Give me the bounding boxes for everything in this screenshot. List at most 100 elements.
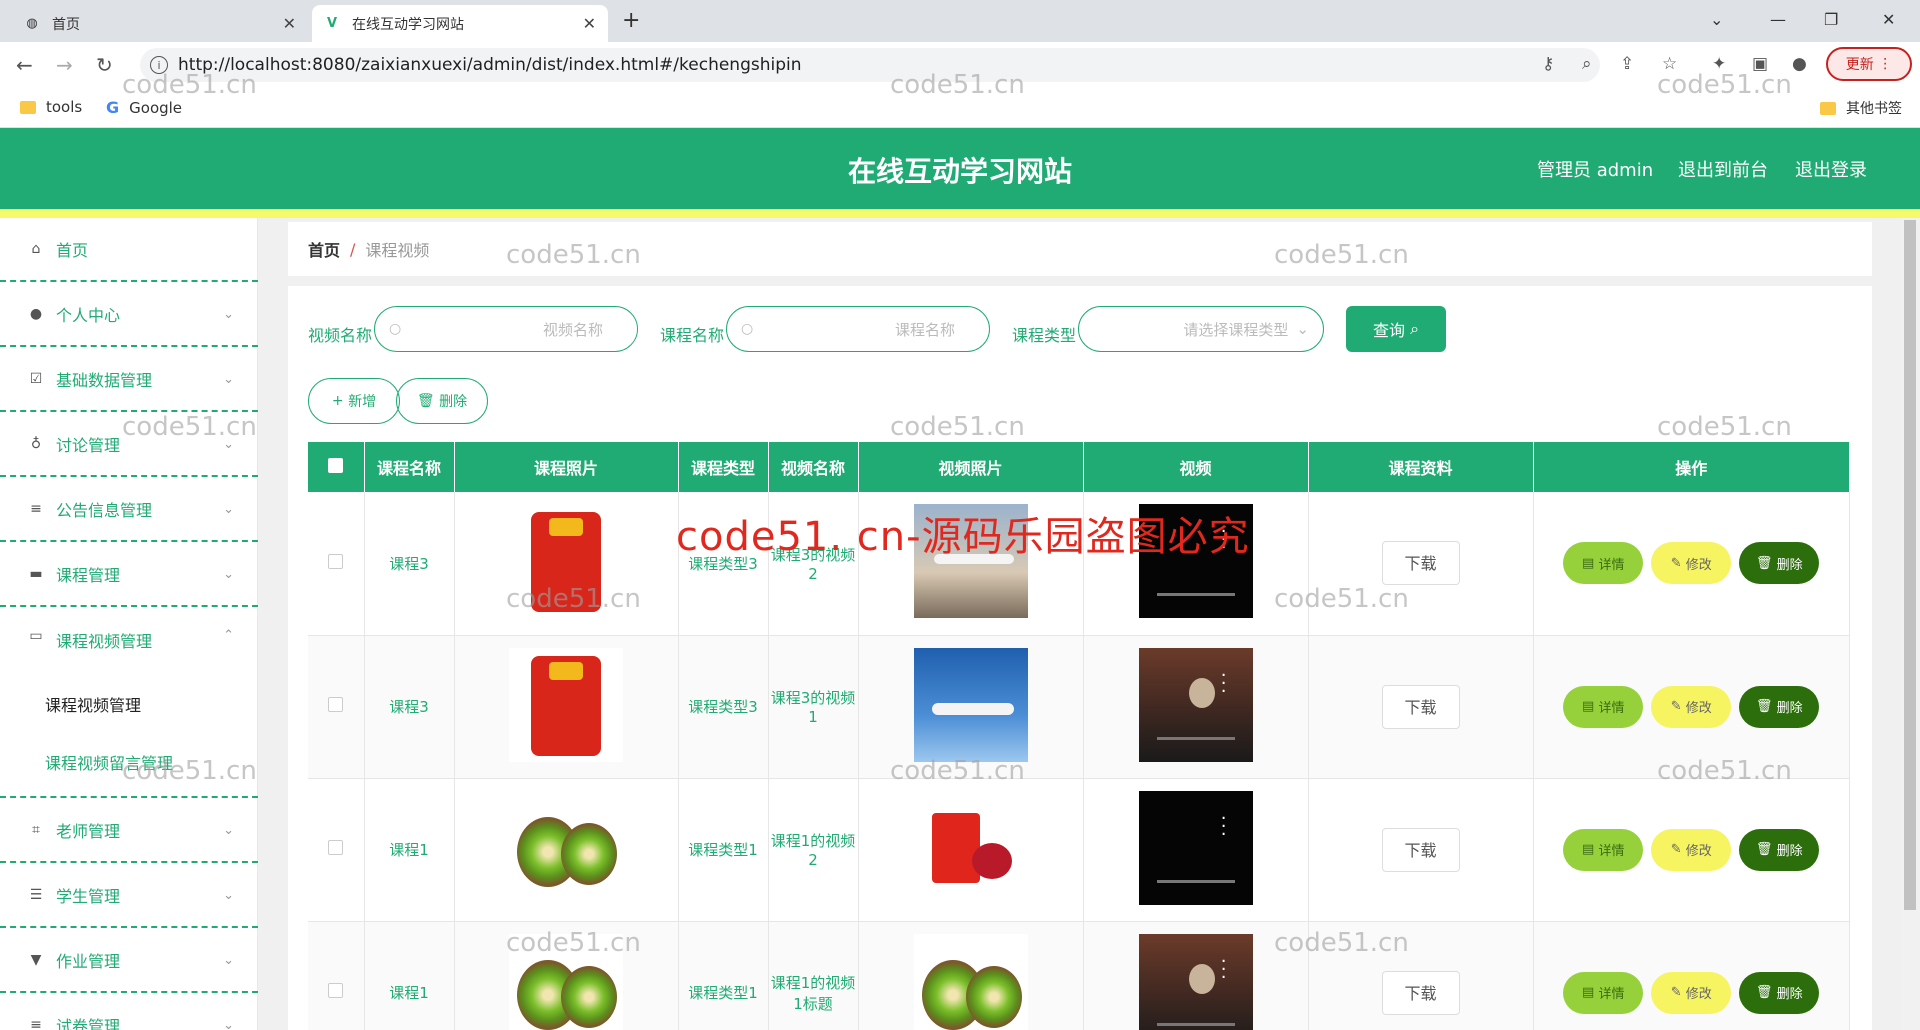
edit-label: 修改: [1685, 557, 1712, 573]
row-select[interactable]: [308, 492, 365, 636]
detail-button[interactable]: ▤ 详情: [1563, 542, 1644, 585]
delete-label: 删除: [1776, 844, 1803, 859]
forward-icon[interactable]: →: [56, 53, 73, 77]
close-window-icon[interactable]: ✕: [1882, 10, 1895, 29]
edit-button[interactable]: ✎ 修改: [1651, 971, 1732, 1014]
watermark: code51.cn: [1657, 412, 1792, 442]
sidebar-item-exam[interactable]: ≡ 试卷管理 ⌄: [0, 994, 258, 1030]
video-player[interactable]: · · ·: [1138, 933, 1253, 1030]
sidebar-item-label: 基础数据管理: [56, 371, 153, 390]
video-player[interactable]: · · ·: [1138, 790, 1253, 905]
more-icon[interactable]: · · ·: [1221, 809, 1227, 843]
new-tab-icon[interactable]: +: [622, 8, 640, 33]
breadcrumb-home[interactable]: 首页: [308, 237, 340, 261]
sidebar-item-teacher[interactable]: ⌗ 老师管理 ⌄: [0, 799, 258, 863]
delete-button[interactable]: 🗑 删除: [1739, 685, 1820, 728]
vue-logo-icon: V: [326, 16, 338, 31]
watermark: code51.cn: [506, 584, 641, 614]
select-all-header[interactable]: [308, 442, 365, 492]
watermark: code51.cn: [1274, 928, 1409, 958]
download-button[interactable]: 下载: [1381, 541, 1460, 586]
url-field[interactable]: i http://localhost:8080/zaixianxuexi/adm…: [140, 48, 1600, 82]
tab-current[interactable]: V 在线互动学习网站 ✕: [312, 5, 608, 42]
delete-button[interactable]: 🗑 删除: [1739, 971, 1820, 1014]
progress-bar[interactable]: [1156, 879, 1235, 883]
detail-label: 详情: [1598, 557, 1625, 573]
profile-icon[interactable]: ●: [1792, 54, 1807, 74]
row-checkbox[interactable]: [328, 983, 344, 998]
type-cell: 课程类型1: [678, 921, 769, 1030]
row-checkbox[interactable]: [328, 553, 344, 569]
more-icon[interactable]: · · ·: [1221, 952, 1227, 986]
video-player[interactable]: · · ·: [1138, 647, 1253, 762]
bulk-delete-button[interactable]: 🗑 删除: [396, 378, 488, 424]
detail-button[interactable]: ▤ 详情: [1563, 828, 1644, 871]
scrollbar-thumb[interactable]: [1904, 220, 1916, 910]
course-name-input[interactable]: ○ 课程名称: [726, 306, 990, 352]
progress-bar[interactable]: [1156, 593, 1235, 597]
watermark: code51.cn: [1274, 584, 1409, 614]
add-button[interactable]: + 新增: [308, 378, 400, 424]
back-icon[interactable]: ←: [16, 53, 33, 77]
detail-button[interactable]: ▤ 详情: [1563, 971, 1644, 1014]
delete-button[interactable]: 🗑 删除: [1739, 828, 1820, 871]
download-button[interactable]: 下载: [1381, 827, 1460, 872]
share-icon[interactable]: ⇪: [1620, 54, 1634, 74]
sidebar-item-home[interactable]: ⌂ 首页: [0, 218, 258, 282]
sidebar-item-basic-data[interactable]: ☑ 基础数据管理 ⌄: [0, 348, 258, 412]
material-cell: 下载: [1308, 778, 1534, 922]
minimize-icon[interactable]: —: [1770, 10, 1786, 29]
bookmark-tools[interactable]: tools: [20, 98, 82, 116]
video-cell: · · ·: [1083, 778, 1309, 922]
logout-link[interactable]: 退出登录: [1795, 156, 1867, 182]
row-select[interactable]: [308, 635, 365, 779]
close-tab-icon[interactable]: ✕: [283, 14, 296, 33]
sidebar-item-personal[interactable]: ● 个人中心 ⌄: [0, 283, 258, 347]
sidebar-item-student[interactable]: ☰ 学生管理 ⌄: [0, 864, 258, 928]
close-tab-icon[interactable]: ✕: [583, 14, 596, 33]
progress-bar[interactable]: [1156, 1022, 1235, 1026]
progress-bar[interactable]: [1156, 736, 1235, 740]
row-select[interactable]: [308, 778, 365, 922]
select-all-checkbox[interactable]: [328, 457, 344, 473]
back-to-front-link[interactable]: 退出到前台: [1678, 156, 1768, 182]
course-photo-cell: [454, 778, 679, 922]
row-checkbox[interactable]: [328, 840, 344, 855]
edit-button[interactable]: ✎ 修改: [1651, 542, 1732, 585]
detail-button[interactable]: ▤ 详情: [1563, 685, 1644, 728]
watermark: code51.cn: [506, 240, 641, 270]
row-select[interactable]: [308, 921, 365, 1030]
video-name-input[interactable]: ○ 视频名称: [374, 306, 638, 352]
edit-button[interactable]: ✎ 修改: [1651, 828, 1732, 871]
search-icon: ○: [741, 321, 754, 337]
row-checkbox[interactable]: [328, 697, 344, 712]
zoom-icon[interactable]: ⌕: [1582, 54, 1592, 74]
reload-icon[interactable]: ↻: [96, 53, 113, 77]
card-icon: ▭: [29, 628, 43, 644]
course-type-label: 课程类型: [1012, 326, 1077, 345]
restore-icon[interactable]: ❐: [1824, 10, 1838, 29]
tab-home[interactable]: ◍ 首页 ✕: [12, 5, 308, 42]
bookmark-google[interactable]: G Google: [106, 98, 182, 117]
admin-user-link[interactable]: 管理员 admin: [1537, 156, 1653, 182]
delete-button[interactable]: 🗑 删除: [1739, 542, 1820, 585]
sidebar-item-notice[interactable]: ≡ 公告信息管理 ⌄: [0, 478, 258, 542]
key-icon[interactable]: ⚷: [1542, 54, 1554, 74]
download-button[interactable]: 下载: [1381, 970, 1460, 1015]
course-type-select[interactable]: 请选择课程类型 ⌄: [1078, 306, 1324, 352]
sidebar-item-homework[interactable]: ▼ 作业管理 ⌄: [0, 929, 258, 993]
update-button[interactable]: 更新 ⋮: [1826, 47, 1912, 81]
sidebar-subitem-video-manage[interactable]: 课程视频管理: [45, 692, 141, 716]
other-bookmarks[interactable]: 其他书签: [1820, 98, 1902, 118]
sidebar-item-label: 讨论管理: [56, 436, 121, 455]
query-button[interactable]: 查询 ⌕: [1346, 306, 1446, 352]
th-course: 课程名称: [364, 442, 455, 492]
tab-search-icon[interactable]: ⌄: [1710, 10, 1723, 29]
more-icon[interactable]: · · ·: [1221, 666, 1227, 700]
sidebar-item-course[interactable]: ▬ 课程管理 ⌄: [0, 543, 258, 607]
edit-button[interactable]: ✎ 修改: [1651, 685, 1732, 728]
sidebar-item-label: 作业管理: [56, 952, 121, 971]
placeholder: 请选择课程类型: [1183, 320, 1289, 339]
home-icon: ⌂: [31, 241, 41, 257]
download-button[interactable]: 下载: [1381, 684, 1460, 729]
